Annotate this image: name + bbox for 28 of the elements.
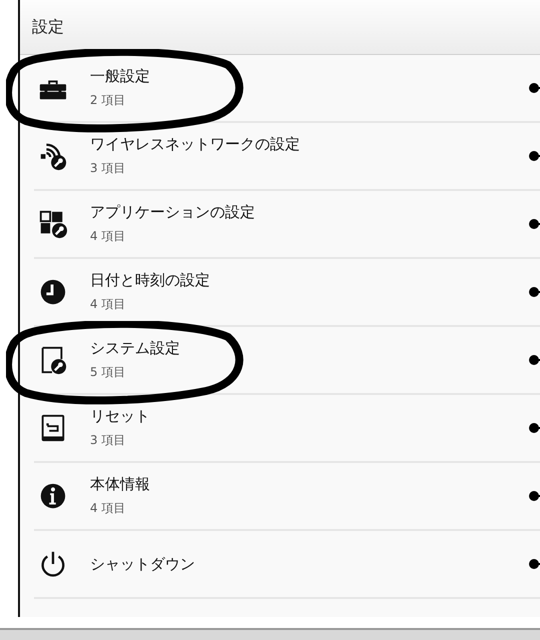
item-count: 4 項目 — [90, 228, 126, 245]
bullet-icon — [528, 81, 540, 95]
item-title: シャットダウン — [90, 554, 196, 574]
bullet-icon — [528, 353, 540, 367]
bullet-icon — [528, 149, 540, 163]
grid-wrench-icon — [38, 209, 68, 239]
item-title: 一般設定 — [90, 67, 151, 86]
bullet-icon — [528, 557, 540, 571]
bullet-icon — [528, 489, 540, 503]
clock-icon — [38, 277, 68, 307]
item-count: 3 項目 — [90, 160, 126, 177]
item-title: 日付と時刻の設定 — [90, 271, 211, 290]
item-title: ワイヤレスネットワークの設定 — [90, 135, 301, 154]
item-count: 3 項目 — [90, 432, 126, 449]
info-icon — [38, 481, 68, 511]
item-count: 2 項目 — [90, 92, 126, 109]
bullet-icon — [528, 285, 540, 299]
item-title: システム設定 — [90, 339, 181, 358]
item-title: アプリケーションの設定 — [90, 203, 256, 222]
item-count: 5 項目 — [90, 364, 126, 381]
wireless-wrench-icon — [38, 141, 68, 171]
page-title: 設定 — [32, 16, 64, 38]
item-title: リセット — [90, 407, 151, 426]
bullet-icon — [528, 217, 540, 231]
item-title: 本体情報 — [90, 475, 151, 494]
item-count: 4 項目 — [90, 500, 126, 517]
bullet-icon — [528, 421, 540, 435]
item-count: 4 項目 — [90, 296, 126, 313]
